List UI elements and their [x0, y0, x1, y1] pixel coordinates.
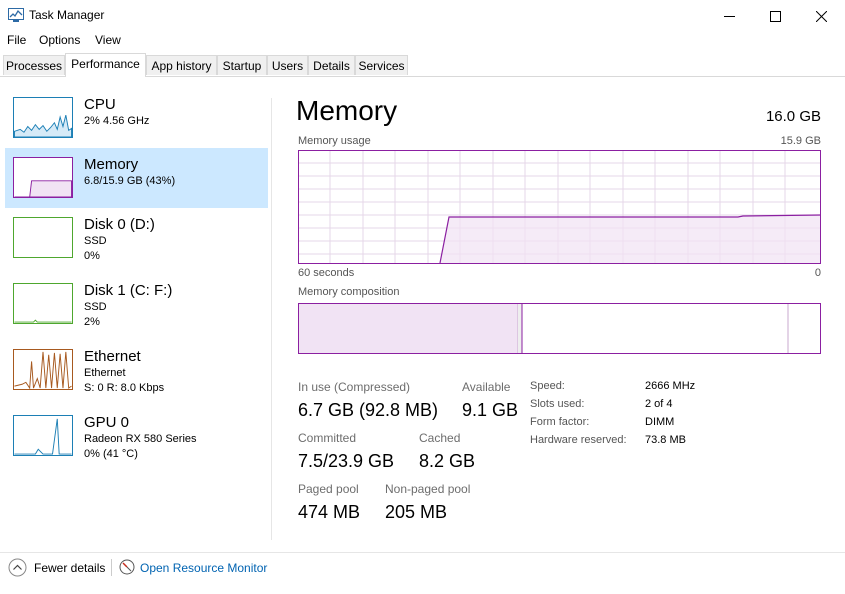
- menu-file[interactable]: File: [7, 33, 26, 47]
- cached-value: 8.2 GB: [419, 451, 476, 471]
- tab-performance[interactable]: Performance: [65, 53, 146, 77]
- page-title: Memory: [296, 95, 398, 126]
- maximize-icon: [769, 10, 781, 22]
- close-button[interactable]: [798, 0, 844, 32]
- menu-options[interactable]: Options: [39, 33, 80, 47]
- memory-thumbnail-graph: [13, 157, 73, 198]
- tab-processes[interactable]: Processes: [3, 55, 65, 75]
- spec-form-factor-label: Form factor:: [530, 416, 590, 428]
- tab-startup[interactable]: Startup: [217, 55, 267, 75]
- committed-value: 7.5/23.9 GB: [298, 451, 395, 471]
- sidebar-disk0-title: Disk 0 (D:): [84, 216, 155, 233]
- chevron-up-icon[interactable]: [8, 558, 27, 577]
- sidebar-disk1-title: Disk 1 (C: F:): [84, 282, 173, 299]
- committed-label: Committed: [298, 431, 357, 445]
- tab-app-history[interactable]: App history: [146, 55, 217, 75]
- sidebar-item-disk1[interactable]: Disk 1 (C: F:) SSD 2%: [5, 274, 268, 334]
- available-value: 9.1 GB: [462, 400, 519, 420]
- sidebar-disk0-sub2: 0%: [84, 250, 100, 262]
- gpu-thumbnail-graph: [13, 415, 73, 456]
- memory-composition-bar: [298, 303, 821, 354]
- sidebar-memory-title: Memory: [84, 156, 139, 173]
- sidebar-item-cpu[interactable]: CPU 2% 4.56 GHz: [5, 88, 268, 148]
- nonpaged-pool-label: Non-paged pool: [385, 482, 471, 496]
- minimize-icon: [723, 15, 735, 17]
- spec-hw-reserved-value: 73.8 MB: [645, 434, 686, 446]
- spec-hw-reserved-label: Hardware reserved:: [530, 434, 627, 446]
- sidebar-item-gpu0[interactable]: GPU 0 Radeon RX 580 Series 0% (41 °C): [5, 406, 268, 466]
- spec-slots-label: Slots used:: [530, 398, 585, 410]
- ethernet-thumbnail-graph: [13, 349, 73, 390]
- sidebar-cpu-title: CPU: [84, 96, 116, 113]
- usage-axis-left: 60 seconds: [298, 267, 355, 279]
- window-title: Task Manager: [29, 8, 105, 22]
- minimize-button[interactable]: [706, 0, 752, 32]
- fewer-details-button[interactable]: Fewer details: [34, 561, 105, 575]
- close-icon: [815, 10, 827, 22]
- tab-details[interactable]: Details: [308, 55, 355, 75]
- usage-graph-label: Memory usage: [298, 135, 371, 147]
- tab-users[interactable]: Users: [267, 55, 308, 75]
- in-use-label: In use (Compressed): [298, 380, 411, 394]
- usage-axis-right: 0: [814, 267, 821, 279]
- sidebar-gpu-sub1: Radeon RX 580 Series: [84, 433, 197, 445]
- sidebar-ethernet-sub1: Ethernet: [84, 367, 126, 379]
- available-label: Available: [462, 380, 511, 394]
- sidebar-gpu-title: GPU 0: [84, 414, 130, 431]
- tab-services[interactable]: Services: [355, 55, 408, 75]
- sidebar-item-ethernet[interactable]: Ethernet Ethernet S: 0 R: 8.0 Kbps: [5, 340, 268, 400]
- sidebar-item-memory[interactable]: Memory 6.8/15.9 GB (43%): [5, 148, 268, 208]
- cpu-thumbnail-graph: [13, 97, 73, 138]
- sidebar-cpu-sub1: 2% 4.56 GHz: [84, 115, 150, 127]
- task-manager-icon: [8, 8, 24, 22]
- sidebar-disk1-sub2: 2%: [84, 316, 100, 328]
- footer-divider: [111, 559, 112, 576]
- paged-pool-value: 474 MB: [298, 502, 361, 522]
- sidebar-disk0-sub1: SSD: [84, 235, 107, 247]
- resource-monitor-icon: [119, 559, 135, 575]
- paged-pool-label: Paged pool: [298, 482, 359, 496]
- sidebar-gpu-sub2: 0% (41 °C): [84, 448, 138, 460]
- sidebar-disk1-sub1: SSD: [84, 301, 107, 313]
- memory-usage-graph: [298, 150, 821, 264]
- spec-speed-label: Speed:: [530, 380, 565, 392]
- disk1-thumbnail-graph: [13, 283, 73, 324]
- sidebar-item-disk0[interactable]: Disk 0 (D:) SSD 0%: [5, 208, 268, 268]
- sidebar-divider: [271, 98, 272, 540]
- usage-graph-max: 15.9 GB: [780, 135, 821, 147]
- footer-separator: [0, 552, 845, 553]
- sidebar-ethernet-title: Ethernet: [84, 348, 141, 365]
- nonpaged-pool-value: 205 MB: [385, 502, 448, 522]
- sidebar-ethernet-sub2: S: 0 R: 8.0 Kbps: [84, 382, 165, 394]
- maximize-button[interactable]: [752, 0, 798, 32]
- menu-view[interactable]: View: [95, 33, 121, 47]
- in-use-value: 6.7 GB (92.8 MB): [298, 400, 439, 420]
- sidebar-memory-sub1: 6.8/15.9 GB (43%): [84, 175, 176, 187]
- memory-total: 16.0 GB: [765, 108, 821, 125]
- spec-speed-value: 2666 MHz: [645, 380, 696, 392]
- open-resource-monitor-link[interactable]: Open Resource Monitor: [140, 561, 267, 575]
- spec-slots-value: 2 of 4: [645, 398, 673, 410]
- cached-label: Cached: [419, 431, 461, 445]
- disk0-thumbnail-graph: [13, 217, 73, 258]
- spec-form-factor-value: DIMM: [645, 416, 675, 428]
- composition-label: Memory composition: [298, 286, 400, 298]
